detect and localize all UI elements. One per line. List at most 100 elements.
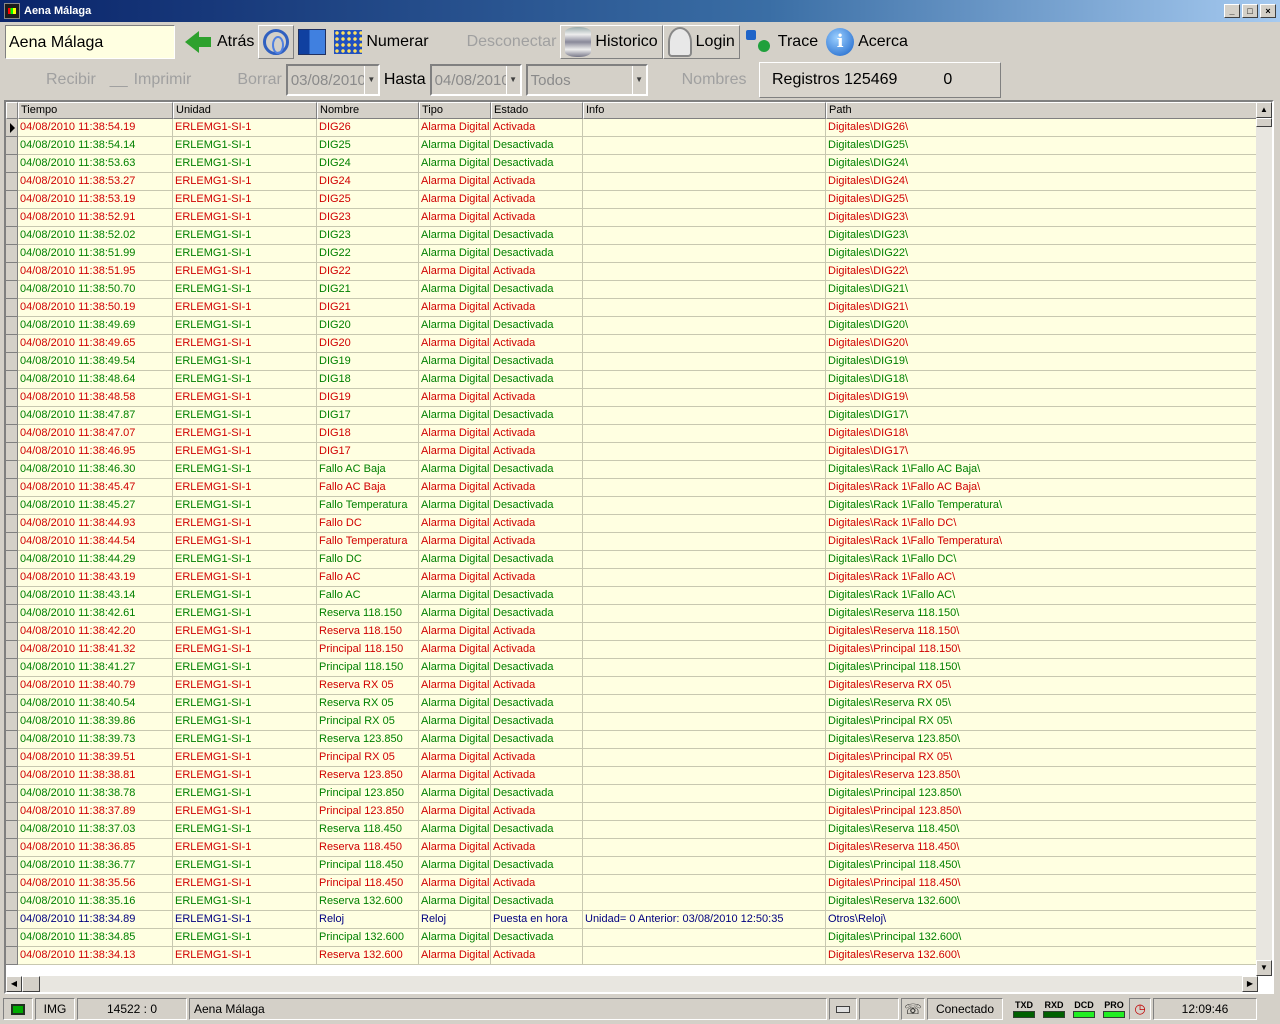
row-indicator[interactable] bbox=[6, 947, 18, 965]
from-date-picker[interactable]: 03/08/2010 ▼ bbox=[285, 64, 380, 96]
table-row[interactable]: 04/08/2010 11:38:41.32 ERLEMG1-SI-1 Princi… bbox=[6, 641, 1258, 659]
row-indicator[interactable] bbox=[6, 695, 18, 713]
row-indicator[interactable] bbox=[6, 443, 18, 461]
table-row[interactable]: 04/08/2010 11:38:38.78 ERLEMG1-SI-1 Princi… bbox=[6, 785, 1258, 803]
row-indicator[interactable] bbox=[6, 749, 18, 767]
table-row[interactable]: 04/08/2010 11:38:42.20 ERLEMG1-SI-1 Reserv… bbox=[6, 623, 1258, 641]
row-indicator[interactable] bbox=[6, 281, 18, 299]
table-row[interactable]: 04/08/2010 11:38:51.95 ERLEMG1-SI-1 DIG22 A… bbox=[6, 263, 1258, 281]
table-row[interactable]: 04/08/2010 11:38:38.81 ERLEMG1-SI-1 Reserv… bbox=[6, 767, 1258, 785]
row-indicator[interactable] bbox=[6, 461, 18, 479]
row-indicator[interactable] bbox=[6, 263, 18, 281]
row-indicator[interactable] bbox=[6, 929, 18, 947]
column-header-info[interactable]: Info bbox=[583, 102, 826, 119]
horizontal-scrollbar[interactable]: ◀ ▶ bbox=[6, 976, 1258, 992]
names-button[interactable]: Nombres bbox=[682, 71, 747, 89]
table-row[interactable]: 04/08/2010 11:38:47.07 ERLEMG1-SI-1 DIG18 A… bbox=[6, 425, 1258, 443]
row-indicator[interactable] bbox=[6, 713, 18, 731]
row-indicator[interactable] bbox=[6, 731, 18, 749]
current-row-indicator-icon[interactable] bbox=[6, 119, 18, 137]
history-button[interactable]: Historico bbox=[560, 25, 663, 59]
row-indicator[interactable] bbox=[6, 587, 18, 605]
print-button[interactable]: Imprimir bbox=[134, 71, 192, 89]
scroll-right-icon[interactable]: ▶ bbox=[1242, 976, 1258, 992]
table-row[interactable]: 04/08/2010 11:38:34.13 ERLEMG1-SI-1 Reserv… bbox=[6, 947, 1258, 965]
table-row[interactable]: 04/08/2010 11:38:36.85 ERLEMG1-SI-1 Reserv… bbox=[6, 839, 1258, 857]
column-header-name[interactable]: Nombre bbox=[317, 102, 419, 119]
row-indicator[interactable] bbox=[6, 479, 18, 497]
table-row[interactable]: 04/08/2010 11:38:35.16 ERLEMG1-SI-1 Reserv… bbox=[6, 893, 1258, 911]
link-button[interactable] bbox=[258, 25, 295, 59]
scroll-up-icon[interactable]: ▲ bbox=[1256, 102, 1272, 118]
receive-button[interactable]: Recibir bbox=[46, 71, 96, 89]
book-button[interactable] bbox=[294, 25, 330, 59]
column-header-type[interactable]: Tipo bbox=[419, 102, 491, 119]
chevron-down-icon[interactable]: ▼ bbox=[631, 66, 646, 94]
row-indicator[interactable] bbox=[6, 677, 18, 695]
table-row[interactable]: 04/08/2010 11:38:39.86 ERLEMG1-SI-1 Princi… bbox=[6, 713, 1258, 731]
row-indicator[interactable] bbox=[6, 533, 18, 551]
table-row[interactable]: 04/08/2010 11:38:41.27 ERLEMG1-SI-1 Princi… bbox=[6, 659, 1258, 677]
scroll-thumb[interactable] bbox=[1256, 118, 1272, 127]
column-header-state[interactable]: Estado bbox=[491, 102, 583, 119]
table-row[interactable]: 04/08/2010 11:38:45.47 ERLEMG1-SI-1 Fallo … bbox=[6, 479, 1258, 497]
row-indicator[interactable] bbox=[6, 623, 18, 641]
table-row[interactable]: 04/08/2010 11:38:44.93 ERLEMG1-SI-1 Fallo … bbox=[6, 515, 1258, 533]
row-indicator[interactable] bbox=[6, 389, 18, 407]
table-row[interactable]: 04/08/2010 11:38:47.87 ERLEMG1-SI-1 DIG17 A… bbox=[6, 407, 1258, 425]
scroll-down-icon[interactable]: ▼ bbox=[1256, 960, 1272, 976]
to-date-picker[interactable]: 04/08/2010 ▼ bbox=[429, 64, 522, 96]
table-row[interactable]: 04/08/2010 11:38:40.79 ERLEMG1-SI-1 Reserv… bbox=[6, 677, 1258, 695]
row-indicator[interactable] bbox=[6, 893, 18, 911]
delete-button[interactable]: Borrar bbox=[237, 71, 281, 89]
table-row[interactable]: 04/08/2010 11:38:52.91 ERLEMG1-SI-1 DIG23 A… bbox=[6, 209, 1258, 227]
table-row[interactable]: 04/08/2010 11:38:53.27 ERLEMG1-SI-1 DIG24 A… bbox=[6, 173, 1258, 191]
table-row[interactable]: 04/08/2010 11:38:49.69 ERLEMG1-SI-1 DIG20 A… bbox=[6, 317, 1258, 335]
scroll-thumb-horizontal[interactable] bbox=[22, 976, 40, 992]
row-indicator[interactable] bbox=[6, 191, 18, 209]
row-indicator[interactable] bbox=[6, 209, 18, 227]
disconnect-button[interactable]: Desconectar bbox=[463, 25, 561, 59]
table-row[interactable]: 04/08/2010 11:38:46.30 ERLEMG1-SI-1 Fallo … bbox=[6, 461, 1258, 479]
table-row[interactable]: 04/08/2010 11:38:54.14 ERLEMG1-SI-1 DIG25 A… bbox=[6, 137, 1258, 155]
site-name-field[interactable]: Aena Málaga bbox=[5, 25, 175, 59]
row-indicator[interactable] bbox=[6, 569, 18, 587]
table-row[interactable]: 04/08/2010 11:38:51.99 ERLEMG1-SI-1 DIG22 A… bbox=[6, 245, 1258, 263]
table-row[interactable]: 04/08/2010 11:38:53.63 ERLEMG1-SI-1 DIG24 A… bbox=[6, 155, 1258, 173]
table-row[interactable]: 04/08/2010 11:38:39.51 ERLEMG1-SI-1 Princi… bbox=[6, 749, 1258, 767]
table-row[interactable]: 04/08/2010 11:38:39.73 ERLEMG1-SI-1 Reserv… bbox=[6, 731, 1258, 749]
row-indicator[interactable] bbox=[6, 317, 18, 335]
row-indicator[interactable] bbox=[6, 911, 18, 929]
table-row[interactable]: 04/08/2010 11:38:45.27 ERLEMG1-SI-1 Fallo … bbox=[6, 497, 1258, 515]
table-row[interactable]: 04/08/2010 11:38:53.19 ERLEMG1-SI-1 DIG25 A… bbox=[6, 191, 1258, 209]
table-row[interactable]: 04/08/2010 11:38:36.77 ERLEMG1-SI-1 Princi… bbox=[6, 857, 1258, 875]
table-row[interactable]: 04/08/2010 11:38:34.89 ERLEMG1-SI-1 Reloj R… bbox=[6, 911, 1258, 929]
table-row[interactable]: 04/08/2010 11:38:34.85 ERLEMG1-SI-1 Princi… bbox=[6, 929, 1258, 947]
row-indicator[interactable] bbox=[6, 785, 18, 803]
vertical-scrollbar[interactable]: ▲ ▼ bbox=[1256, 102, 1272, 976]
row-indicator[interactable] bbox=[6, 407, 18, 425]
row-indicator[interactable] bbox=[6, 425, 18, 443]
login-button[interactable]: Login bbox=[662, 25, 740, 59]
table-row[interactable]: 04/08/2010 11:38:44.29 ERLEMG1-SI-1 Fallo … bbox=[6, 551, 1258, 569]
chevron-down-icon[interactable]: ▼ bbox=[363, 66, 378, 94]
table-row[interactable]: 04/08/2010 11:38:40.54 ERLEMG1-SI-1 Reserv… bbox=[6, 695, 1258, 713]
table-row[interactable]: 04/08/2010 11:38:42.61 ERLEMG1-SI-1 Reserv… bbox=[6, 605, 1258, 623]
column-header-unit[interactable]: Unidad bbox=[173, 102, 317, 119]
table-row[interactable]: 04/08/2010 11:38:48.58 ERLEMG1-SI-1 DIG19 A… bbox=[6, 389, 1258, 407]
row-indicator[interactable] bbox=[6, 335, 18, 353]
trace-button[interactable]: Trace bbox=[740, 25, 822, 59]
row-indicator[interactable] bbox=[6, 551, 18, 569]
row-indicator[interactable] bbox=[6, 821, 18, 839]
table-row[interactable]: 04/08/2010 11:38:43.19 ERLEMG1-SI-1 Fallo … bbox=[6, 569, 1258, 587]
row-indicator[interactable] bbox=[6, 659, 18, 677]
table-row[interactable]: 04/08/2010 11:38:37.89 ERLEMG1-SI-1 Princi… bbox=[6, 803, 1258, 821]
row-indicator[interactable] bbox=[6, 155, 18, 173]
row-indicator[interactable] bbox=[6, 875, 18, 893]
row-indicator[interactable] bbox=[6, 803, 18, 821]
minimize-button[interactable]: _ bbox=[1224, 4, 1240, 18]
scroll-left-icon[interactable]: ◀ bbox=[6, 976, 22, 992]
row-indicator[interactable] bbox=[6, 839, 18, 857]
table-row[interactable]: 04/08/2010 11:38:46.95 ERLEMG1-SI-1 DIG17 A… bbox=[6, 443, 1258, 461]
table-row[interactable]: 04/08/2010 11:38:49.54 ERLEMG1-SI-1 DIG19 A… bbox=[6, 353, 1258, 371]
